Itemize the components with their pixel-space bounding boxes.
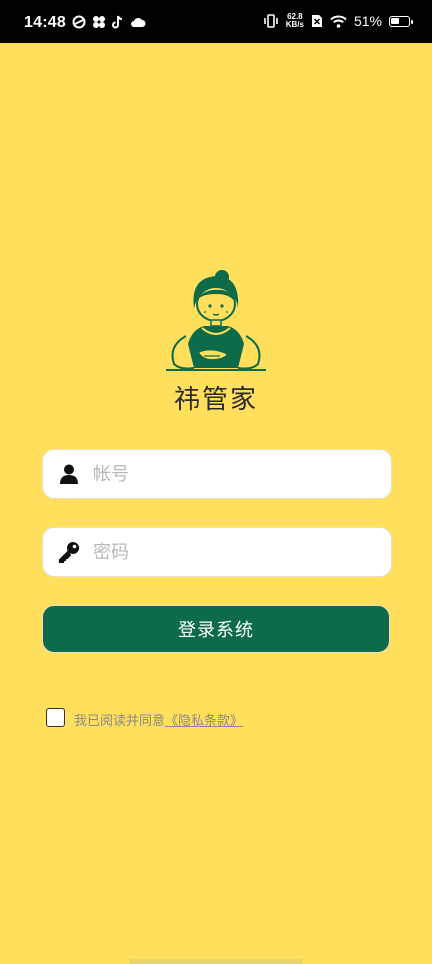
wifi-icon (330, 15, 347, 28)
user-icon (57, 462, 81, 486)
status-time: 14:48 (24, 14, 66, 31)
app-name: 祎管家 (173, 385, 258, 415)
status-bar: 14:48 62.8 KB/s 51% (0, 0, 432, 43)
net-speed: 62.8 KB/s (286, 13, 304, 29)
key-icon (57, 540, 81, 564)
password-field[interactable] (42, 527, 392, 577)
notification-icons (72, 15, 146, 29)
battery-level (391, 17, 399, 24)
net-speed-unit: KB/s (285, 20, 304, 29)
account-field[interactable] (42, 449, 392, 499)
sync-icon (72, 15, 86, 29)
privacy-agreement: 我已阅读并同意 《隐私条款》 (46, 705, 243, 729)
sim-card-icon (311, 15, 322, 27)
vibrate-icon (263, 14, 278, 28)
battery-icon (389, 15, 413, 27)
status-right: 62.8 KB/s 51% (263, 13, 413, 29)
account-input[interactable] (93, 463, 353, 485)
home-indicator (129, 959, 303, 964)
battery-percent: 51% (353, 13, 382, 29)
agree-checkbox[interactable] (46, 707, 65, 727)
login-button[interactable]: 登录系统 (42, 605, 390, 653)
privacy-policy-link[interactable]: 《隐私条款》 (165, 710, 243, 729)
agree-text: 我已阅读并同意 (74, 714, 166, 729)
app-logo (166, 270, 266, 371)
cloud-icon (131, 17, 146, 27)
pinwheel-icon (93, 16, 105, 28)
password-input[interactable] (93, 541, 353, 563)
tiktok-icon (112, 15, 123, 29)
